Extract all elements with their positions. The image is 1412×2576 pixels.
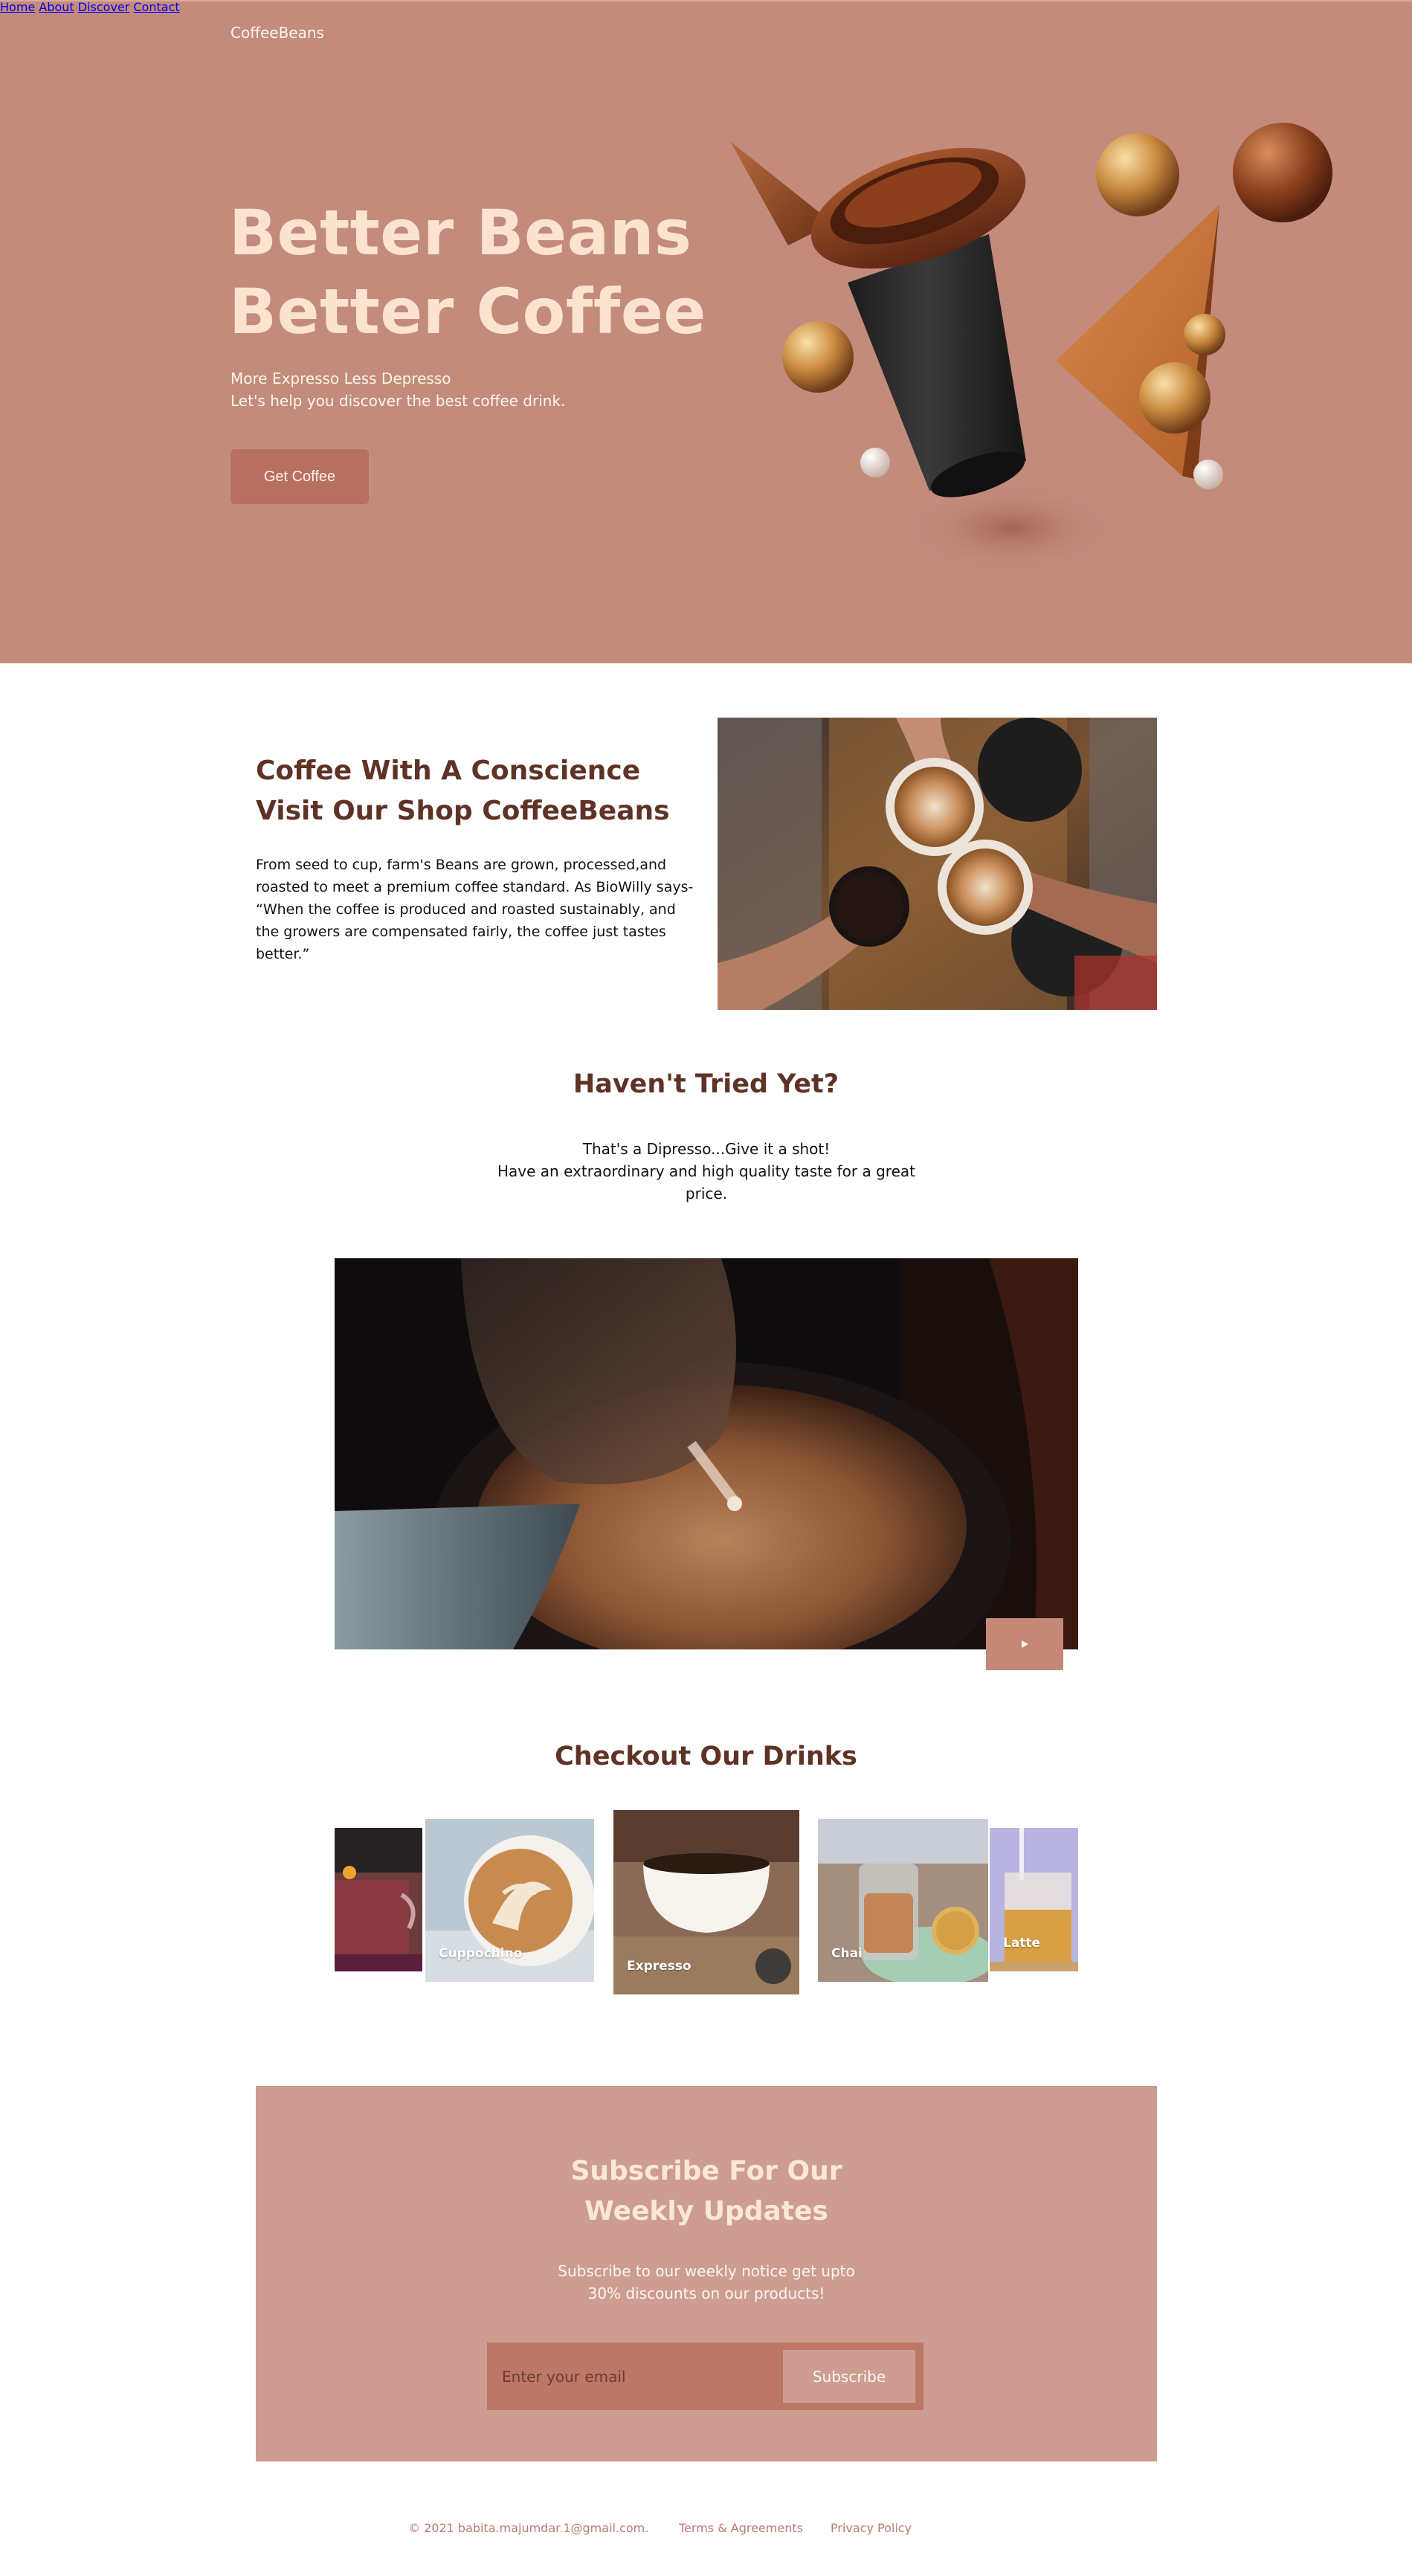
about-title-line-2: Visit Our Shop CoffeeBeans bbox=[256, 796, 670, 826]
about-title-line-1: Coffee With A Conscience bbox=[256, 756, 641, 786]
tried-text: That's a Dipresso...Give it a shot! Have… bbox=[476, 1138, 937, 1205]
hero-subtitle-line-1: More Expresso Less Depresso bbox=[231, 370, 451, 387]
brand-logo[interactable]: CoffeeBeans bbox=[231, 24, 324, 42]
hero-title: Better Beans Better Coffee bbox=[229, 193, 706, 351]
play-icon bbox=[1022, 1640, 1028, 1648]
drink-label-2: Expresso bbox=[627, 1959, 692, 1974]
subscribe-form: Subscribe bbox=[487, 2342, 923, 2410]
footer-terms-link[interactable]: Terms & Agreements bbox=[679, 2521, 803, 2535]
subscribe-section: Subscribe For Our Weekly Updates Subscri… bbox=[256, 2086, 1157, 2461]
hero-subtitle: More Expresso Less Depresso Let's help y… bbox=[231, 367, 565, 412]
email-input[interactable] bbox=[487, 2342, 777, 2410]
nav-discover[interactable]: Discover bbox=[78, 0, 130, 14]
footer-privacy-link[interactable]: Privacy Policy bbox=[831, 2521, 912, 2535]
drink-card-hot-chocolate[interactable] bbox=[335, 1828, 422, 1971]
top-border bbox=[0, 0, 1412, 1]
subscribe-text-line-1: Subscribe to our weekly notice get upto bbox=[558, 2262, 855, 2280]
nav-about[interactable]: About bbox=[39, 0, 74, 14]
hero-subtitle-line-2: Let's help you discover the best coffee … bbox=[231, 392, 566, 410]
main-nav: Home About Discover Contact bbox=[0, 0, 1412, 14]
subscribe-text-line-2: 30% discounts on our products! bbox=[587, 2284, 825, 2302]
coffee-pour-video[interactable] bbox=[335, 1258, 1078, 1649]
nav-contact[interactable]: Contact bbox=[133, 0, 179, 14]
drink-card-latte[interactable]: Latte bbox=[990, 1828, 1078, 1971]
hero-title-line-1: Better Beans bbox=[229, 196, 692, 269]
drinks-title: Checkout Our Drinks bbox=[555, 1742, 857, 1771]
tried-text-line-1: That's a Dipresso...Give it a shot! bbox=[582, 1140, 831, 1158]
coffee-cup-illustration bbox=[730, 123, 1332, 573]
tried-text-line-2: Have an extraordinary and high quality t… bbox=[497, 1162, 915, 1202]
coffee-cheers-photo bbox=[718, 718, 1157, 1010]
play-button[interactable] bbox=[986, 1618, 1063, 1670]
drink-card-cuppochino[interactable]: Cuppochino bbox=[425, 1819, 594, 1982]
hero-section: CoffeeBeans Home About Discover Contact … bbox=[0, 0, 1412, 663]
drink-label-4: Latte bbox=[1003, 1936, 1041, 1951]
drink-label-1: Cuppochino bbox=[439, 1946, 523, 1961]
footer-copyright: © 2021 babita.majumdar.1@gmail.com. bbox=[408, 2521, 649, 2535]
tried-title: Haven't Tried Yet? bbox=[573, 1069, 839, 1099]
about-text: From seed to cup, farm's Beans are grown… bbox=[256, 857, 694, 962]
footer: © 2021 babita.majumdar.1@gmail.com. Term… bbox=[0, 2521, 1412, 2537]
subscribe-title: Subscribe For Our Weekly Updates bbox=[256, 2151, 1157, 2232]
hero-title-line-2: Better Coffee bbox=[229, 275, 706, 348]
get-coffee-button[interactable]: Get Coffee bbox=[231, 449, 369, 504]
subscribe-title-line-2: Weekly Updates bbox=[584, 2196, 828, 2226]
nav-home[interactable]: Home bbox=[0, 0, 35, 14]
drink-label-3: Chai bbox=[831, 1946, 863, 1961]
drink-card-expresso[interactable]: Expresso bbox=[613, 1810, 799, 1994]
about-title: Coffee With A Conscience Visit Our Shop … bbox=[256, 751, 670, 831]
drink-card-chai[interactable]: Chai bbox=[818, 1819, 988, 1982]
subscribe-button[interactable]: Subscribe bbox=[783, 2350, 915, 2403]
subscribe-title-line-1: Subscribe For Our bbox=[570, 2156, 842, 2186]
hot-chocolate-image bbox=[335, 1828, 422, 1971]
subscribe-text: Subscribe to our weekly notice get upto … bbox=[256, 2260, 1157, 2305]
